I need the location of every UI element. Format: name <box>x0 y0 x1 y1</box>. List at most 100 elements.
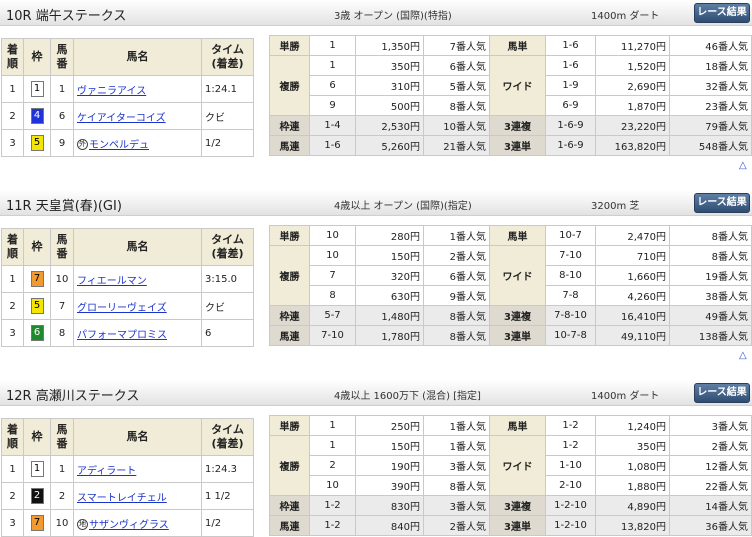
tansho-payout: 250円 <box>355 415 424 436</box>
payout-row: 枠連 5-7 1,480円 8番人気 3連複 7-8-10 16,410円 49番人気 <box>269 305 752 326</box>
result-row: 1 1 1 アディラート 1:24.3 <box>1 455 254 483</box>
frame-badge: 1 <box>30 81 44 97</box>
frame-cell: 1 <box>23 75 51 103</box>
umatan-payout: 11,270円 <box>595 35 670 56</box>
results-header-row: 着 順枠馬 番馬名 タイム (着差) <box>1 228 254 266</box>
horse-name-cell: ケイアイターコイズ <box>73 102 202 130</box>
results-table: 着 順枠馬 番馬名 タイム (着差) 1 1 1 ヴァニラアイス 1:24.1 2 4 6 ケイアイ… <box>1 38 254 157</box>
horse-name-cell: フィエールマン <box>73 265 202 293</box>
sanrentan-number: 1-6-9 <box>545 135 596 156</box>
finish-position: 3 <box>1 129 24 157</box>
umaren-popularity: 21番人気 <box>423 135 490 156</box>
finish-time: 3:15.0 <box>201 265 254 293</box>
sanrentan-number: 1-2-10 <box>545 515 596 536</box>
finish-time: 1 1/2 <box>201 482 254 510</box>
frame-badge: 4 <box>30 108 44 124</box>
fukusho-number: 1 <box>309 435 356 456</box>
race-result-button[interactable]: レース結果 <box>694 193 750 213</box>
horse-number: 10 <box>50 509 74 537</box>
result-row: 2 5 7 グローリーヴェイズ クビ <box>1 292 254 320</box>
fukusho-number: 9 <box>309 95 356 116</box>
result-row: 2 4 6 ケイアイターコイズ クビ <box>1 102 254 130</box>
horse-name-cell: 地サザンヴィグラス <box>73 509 202 537</box>
finish-time: 6 <box>201 319 254 347</box>
horse-name-link[interactable]: スマートレイチェル <box>77 493 167 504</box>
tansho-payout: 1,350円 <box>355 35 424 56</box>
horse-name-link[interactable]: ケイアイターコイズ <box>77 113 166 124</box>
wide-number: 7-8 <box>545 285 596 306</box>
header-frame: 枠 <box>23 38 51 76</box>
wide-number: 1-6 <box>545 55 596 76</box>
finish-time: 1:24.1 <box>201 75 254 103</box>
payout-row: 複勝 1 150円 1番人気 ワイド 1-2 350円 2番人気 <box>269 435 752 496</box>
wide-number: 2-10 <box>545 475 596 496</box>
umatan-payout: 2,470円 <box>595 225 670 246</box>
horse-name-link[interactable]: パフォーマプロミス <box>77 330 167 341</box>
frame-cell: 4 <box>23 102 51 130</box>
horse-name-link[interactable]: フィエールマン <box>77 276 147 287</box>
header-finish: 着 順 <box>1 418 24 456</box>
fukusho-number: 7 <box>309 265 356 286</box>
frame-cell: 5 <box>23 292 51 320</box>
horse-name-cell: 外モンペルデュ <box>73 129 202 157</box>
race-header: 12R 高瀬川ステークス 4歳以上 1600万下 (混合) [指定] 1400m ダ… <box>0 380 752 406</box>
wide-popularity: 2番人気 <box>669 435 752 456</box>
result-row: 3 7 10 地サザンヴィグラス 1/2 <box>1 509 254 537</box>
label-umaren: 馬連 <box>269 325 310 346</box>
label-wakuren: 枠連 <box>269 305 310 326</box>
label-wakuren: 枠連 <box>269 115 310 136</box>
scroll-to-top-icon[interactable]: △ <box>739 350 747 361</box>
horse-name-link[interactable]: サザンヴィグラス <box>89 520 169 531</box>
header-horse-number: 馬 番 <box>50 228 74 266</box>
umaren-number: 1-2 <box>309 515 356 536</box>
horse-name-link[interactable]: モンペルデュ <box>89 140 149 151</box>
wide-popularity: 32番人気 <box>669 75 752 96</box>
fukusho-popularity: 5番人気 <box>423 75 490 96</box>
fukusho-popularity: 8番人気 <box>423 95 490 116</box>
horse-name-cell: グローリーヴェイズ <box>73 292 202 320</box>
wakuren-payout: 2,530円 <box>355 115 424 136</box>
umatan-number: 1-2 <box>545 415 596 436</box>
header-time: タイム (着差) <box>201 228 254 266</box>
fukusho-payout: 500円 <box>355 95 424 116</box>
wakuren-number: 5-7 <box>309 305 356 326</box>
wide-popularity: 18番人気 <box>669 55 752 76</box>
result-row: 3 6 8 パフォーマプロミス 6 <box>1 319 254 347</box>
tansho-popularity: 1番人気 <box>423 225 490 246</box>
sanrenpuku-payout: 16,410円 <box>595 305 670 326</box>
wide-popularity: 8番人気 <box>669 245 752 266</box>
race-distance: 1400m ダート <box>591 11 660 22</box>
fukusho-number: 8 <box>309 285 356 306</box>
race-result-button[interactable]: レース結果 <box>694 383 750 403</box>
fukusho-popularity: 8番人気 <box>423 475 490 496</box>
label-wide: ワイド <box>489 55 546 116</box>
label-umaren: 馬連 <box>269 135 310 156</box>
fukusho-payout: 390円 <box>355 475 424 496</box>
result-row: 2 2 2 スマートレイチェル 1 1/2 <box>1 482 254 510</box>
horse-origin-mark-icon: 地 <box>77 519 88 530</box>
payout-row: 単勝 1 1,350円 7番人気 馬単 1-6 11,270円 46番人気 <box>269 35 752 56</box>
horse-number: 10 <box>50 265 74 293</box>
wide-payout: 1,870円 <box>595 95 670 116</box>
race-title: 10R 端午ステークス <box>6 9 127 24</box>
results-header-row: 着 順枠馬 番馬名 タイム (着差) <box>1 418 254 456</box>
frame-cell: 5 <box>23 129 51 157</box>
race-result-button[interactable]: レース結果 <box>694 3 750 23</box>
fukusho-payout: 630円 <box>355 285 424 306</box>
sanrentan-payout: 163,820円 <box>595 135 670 156</box>
fukusho-number: 10 <box>309 475 356 496</box>
horse-name-link[interactable]: アディラート <box>77 466 136 477</box>
horse-name-link[interactable]: グローリーヴェイズ <box>77 303 167 314</box>
result-row: 1 1 1 ヴァニラアイス 1:24.1 <box>1 75 254 103</box>
finish-position: 2 <box>1 292 24 320</box>
horse-name-link[interactable]: ヴァニラアイス <box>77 86 146 97</box>
horse-name-cell: スマートレイチェル <box>73 482 202 510</box>
payout-row: 枠連 1-4 2,530円 10番人気 3連複 1-6-9 23,220円 79番人気 <box>269 115 752 136</box>
sanrentan-payout: 13,820円 <box>595 515 670 536</box>
wide-payout: 1,880円 <box>595 475 670 496</box>
label-sanrentan: 3連単 <box>489 135 546 156</box>
frame-cell: 7 <box>23 265 51 293</box>
label-tansho: 単勝 <box>269 415 310 436</box>
fukusho-payout: 310円 <box>355 75 424 96</box>
scroll-to-top-icon[interactable]: △ <box>739 160 747 171</box>
